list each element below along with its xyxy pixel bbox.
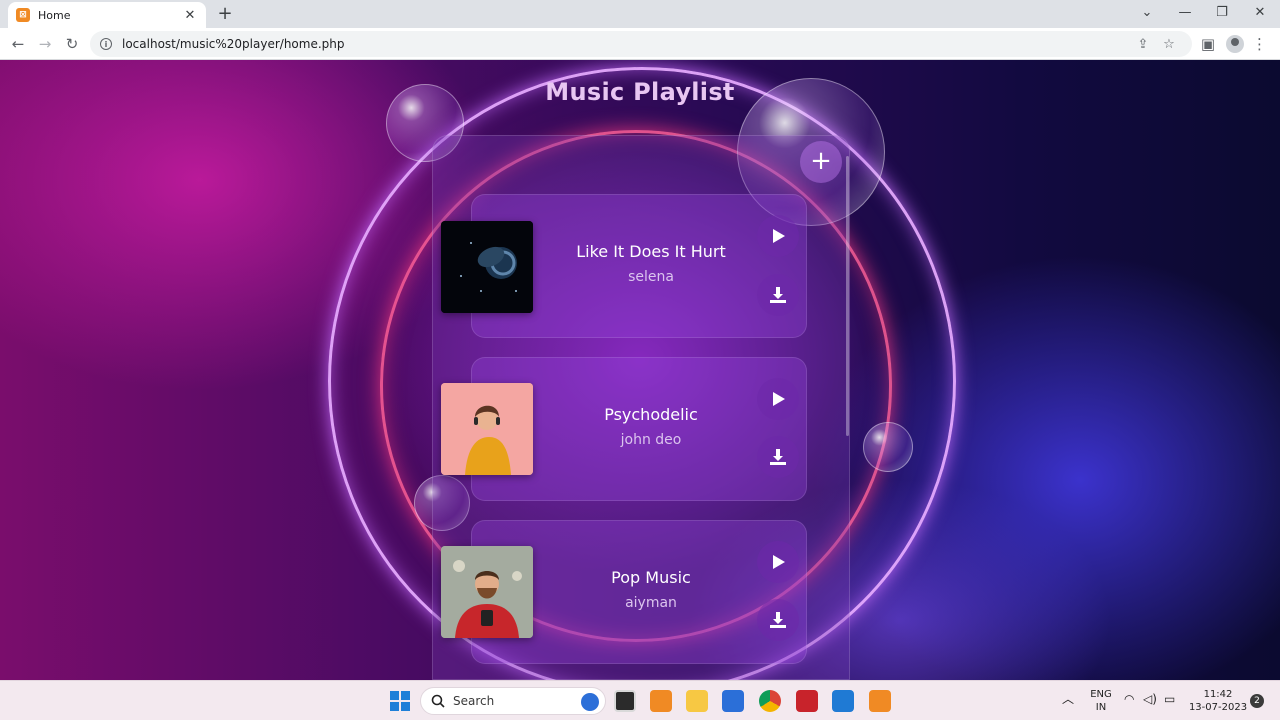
song-cover-image xyxy=(441,383,533,475)
clock-time: 11:42 xyxy=(1203,689,1233,700)
download-button[interactable] xyxy=(757,436,799,478)
play-icon xyxy=(773,229,785,243)
add-song-button[interactable]: + xyxy=(800,141,842,183)
kebab-menu-icon[interactable]: ⋮ xyxy=(1252,34,1267,54)
clock[interactable]: 11:42 13-07-2023 xyxy=(1188,688,1248,714)
share-icon[interactable]: ⇪ xyxy=(1130,37,1156,52)
url-text[interactable]: localhost/music%20player/home.php xyxy=(122,37,1130,51)
new-tab-button[interactable]: + xyxy=(214,4,236,24)
tab-title: Home xyxy=(38,8,71,22)
download-icon xyxy=(770,612,786,628)
search-label: Search xyxy=(453,694,495,708)
sublime-text-icon[interactable] xyxy=(650,690,672,712)
wifi-icon[interactable]: ◠ xyxy=(1124,693,1134,706)
playlist-scrollbar[interactable] xyxy=(846,156,849,436)
bookmark-star-icon[interactable]: ☆ xyxy=(1156,37,1182,52)
address-bar[interactable]: i localhost/music%20player/home.php ⇪ ☆ xyxy=(90,31,1192,57)
play-icon xyxy=(773,555,785,569)
song-info: Like It Does It Hurt selena xyxy=(541,242,761,285)
language-indicator[interactable]: ENG IN xyxy=(1086,688,1116,714)
play-icon xyxy=(773,392,785,406)
maximize-button[interactable]: ❐ xyxy=(1207,4,1237,22)
microsoft-store-icon[interactable] xyxy=(722,690,744,712)
volume-icon[interactable]: ◁) xyxy=(1143,693,1157,706)
file-explorer-icon[interactable] xyxy=(686,690,708,712)
play-button[interactable] xyxy=(757,378,799,420)
tab-strip: ⊠ Home ✕ + ⌄ — ❐ ✕ xyxy=(0,0,1280,28)
song-info: Pop Music aiyman xyxy=(541,568,761,611)
xampp-icon: ⊠ xyxy=(16,8,30,22)
browser-toolbar: ← → ↻ i localhost/music%20player/home.ph… xyxy=(0,28,1280,60)
reload-icon[interactable]: ↻ xyxy=(62,34,82,54)
song-cover-image xyxy=(441,546,533,638)
language-label: ENG xyxy=(1090,689,1112,700)
song-info: Psychodelic john deo xyxy=(541,405,761,448)
notification-badge[interactable]: 2 xyxy=(1250,694,1264,708)
clock-date: 13-07-2023 xyxy=(1188,702,1248,713)
vscode-icon[interactable] xyxy=(832,690,854,712)
playlist-panel: + Like It Does It Hurt selena Psychodeli… xyxy=(432,135,850,680)
page-title: Music Playlist xyxy=(545,78,735,106)
download-button[interactable] xyxy=(757,599,799,641)
close-tab-icon[interactable]: ✕ xyxy=(182,8,198,23)
song-artist: aiyman xyxy=(625,595,677,611)
song-title: Like It Does It Hurt xyxy=(576,242,726,261)
tab-search-icon[interactable]: ⌄ xyxy=(1132,4,1162,22)
page-viewport: Music Playlist + Like It Does It Hurt se… xyxy=(0,60,1280,680)
profile-avatar-icon[interactable] xyxy=(1226,35,1244,53)
recorder-icon[interactable] xyxy=(796,690,818,712)
song-artist: john deo xyxy=(620,432,682,448)
play-button[interactable] xyxy=(757,541,799,583)
site-info-icon[interactable]: i xyxy=(100,38,112,50)
bubble-decoration xyxy=(863,422,913,472)
download-icon xyxy=(770,449,786,465)
play-button[interactable] xyxy=(757,215,799,257)
taskbar: Search ︿ ENG IN ◠ ◁) ▭ 11:42 13-07-2023 … xyxy=(0,680,1280,720)
song-title: Pop Music xyxy=(611,568,691,587)
xampp-icon[interactable] xyxy=(869,690,891,712)
taskbar-search[interactable]: Search xyxy=(420,687,606,715)
side-panel-icon[interactable]: ▣ xyxy=(1198,34,1218,54)
download-icon xyxy=(770,287,786,303)
close-window-button[interactable]: ✕ xyxy=(1245,4,1275,22)
task-view-icon[interactable] xyxy=(614,690,636,712)
bing-icon[interactable] xyxy=(581,693,599,711)
song-title: Psychodelic xyxy=(604,405,698,424)
chrome-icon[interactable] xyxy=(759,690,781,712)
tab-home[interactable]: ⊠ Home ✕ xyxy=(8,2,206,28)
back-icon[interactable]: ← xyxy=(8,34,28,54)
song-artist: selena xyxy=(628,269,674,285)
windows-start-icon[interactable] xyxy=(389,690,411,712)
song-cover-image xyxy=(441,221,533,313)
tray-chevron-icon[interactable]: ︿ xyxy=(1062,693,1074,706)
minimize-button[interactable]: — xyxy=(1170,4,1200,22)
region-label: IN xyxy=(1095,702,1107,713)
battery-icon[interactable]: ▭ xyxy=(1164,693,1175,706)
search-icon xyxy=(431,694,445,708)
download-button[interactable] xyxy=(757,274,799,316)
forward-icon[interactable]: → xyxy=(35,34,55,54)
